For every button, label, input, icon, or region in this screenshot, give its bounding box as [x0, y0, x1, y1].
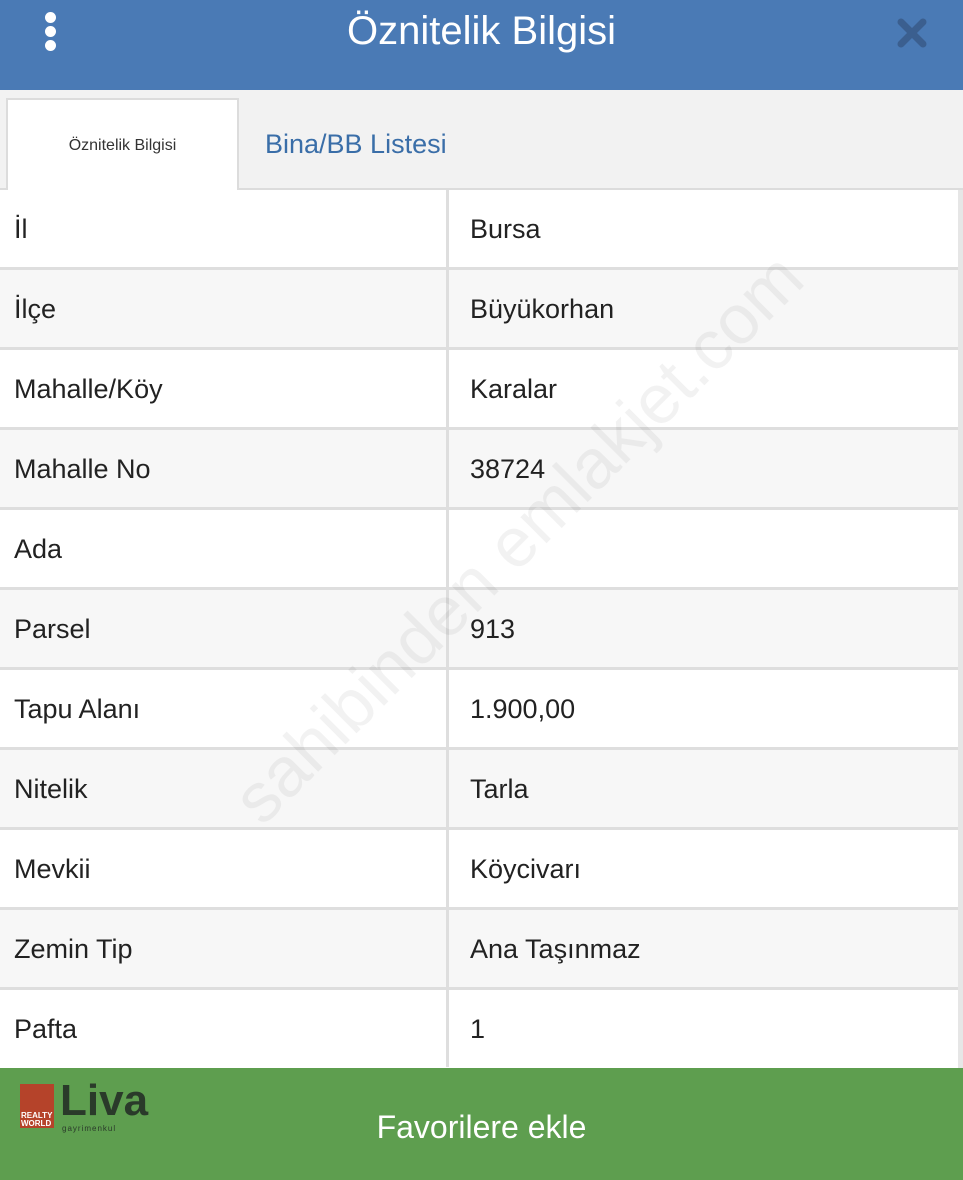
- logo-brand: Liva: [60, 1076, 149, 1125]
- add-to-favorites-button[interactable]: Favorilere ekle: [200, 1068, 763, 1180]
- row-label: Ada: [0, 510, 449, 587]
- footer-bar: REALTY WORLD Liva gayrimenkul Favorilere…: [0, 1068, 963, 1180]
- liva-logo: REALTY WORLD Liva gayrimenkul: [20, 1076, 150, 1136]
- table-row: Pafta 1: [0, 990, 963, 1068]
- row-value: Köycivarı: [470, 854, 582, 884]
- table-row: Mevkii Köycivarı: [0, 830, 963, 910]
- row-value: 1: [470, 1014, 486, 1044]
- realty-world-badge: REALTY WORLD: [20, 1084, 54, 1128]
- header-bar: Öznitelik Bilgisi: [0, 0, 963, 90]
- row-value: [452, 510, 958, 587]
- row-label: Zemin Tip: [0, 910, 449, 987]
- row-value: Bursa: [470, 214, 541, 244]
- row-label: Pafta: [0, 990, 449, 1067]
- table-row: İlçe Büyükorhan: [0, 270, 963, 350]
- row-label: İl: [0, 190, 449, 267]
- table-row: Ada: [0, 510, 963, 590]
- tab-building-list[interactable]: Bina/BB Listesi: [265, 98, 447, 190]
- table-row: Parsel 913: [0, 590, 963, 670]
- page-title: Öznitelik Bilgisi: [347, 9, 616, 53]
- table-row: Mahalle/Köy Karalar: [0, 350, 963, 430]
- close-icon[interactable]: [893, 14, 931, 52]
- table-row: İl Bursa: [0, 190, 963, 270]
- row-value: Ana Taşınmaz: [470, 934, 641, 964]
- row-label: Mevkii: [0, 830, 449, 907]
- table-right-border: [958, 190, 963, 1068]
- row-label: İlçe: [0, 270, 449, 347]
- table-row: Nitelik Tarla: [0, 750, 963, 830]
- logo-subtitle: gayrimenkul: [62, 1124, 117, 1133]
- table-row: Mahalle No 38724: [0, 430, 963, 510]
- table-row: Tapu Alanı 1.900,00: [0, 670, 963, 750]
- row-label: Tapu Alanı: [0, 670, 449, 747]
- row-label: Parsel: [0, 590, 449, 667]
- row-label: Mahalle/Köy: [0, 350, 449, 427]
- row-value: 913: [470, 614, 516, 644]
- table-row: Zemin Tip Ana Taşınmaz: [0, 910, 963, 990]
- row-value: Büyükorhan: [470, 294, 615, 324]
- attribute-table: İl Bursa İlçe Büyükorhan Mahalle/Köy Kar…: [0, 190, 963, 1068]
- tab-attribute-info[interactable]: Öznitelik Bilgisi: [6, 98, 239, 190]
- row-value: Karalar: [470, 374, 558, 404]
- row-label: Mahalle No: [0, 430, 449, 507]
- row-value: 1.900,00: [470, 694, 576, 724]
- row-value: Tarla: [470, 774, 529, 804]
- row-label: Nitelik: [0, 750, 449, 827]
- row-value: 38724: [470, 454, 546, 484]
